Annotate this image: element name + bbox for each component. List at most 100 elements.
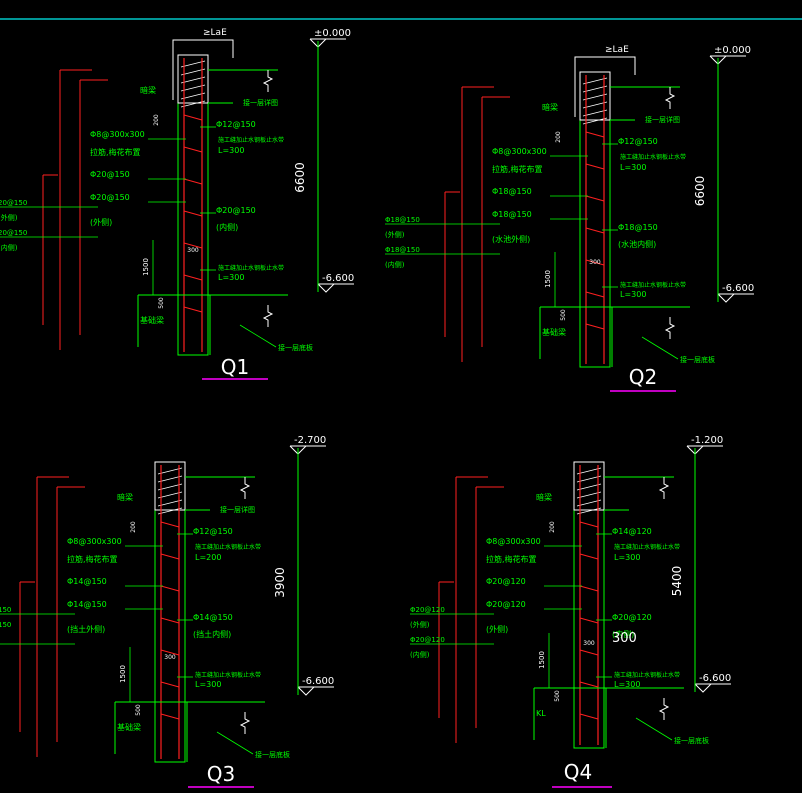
left-rebar-label: Φ8@300x300 [90, 130, 145, 139]
dim-300: 300 [583, 640, 595, 647]
right-rebar-label: 施工缝加止水钢板止水带 [614, 671, 680, 679]
right-rebar-label: 施工缝加止水钢板止水带 [620, 281, 686, 289]
right-rebar-label: L=200 [195, 553, 221, 562]
right-rebar-label: L=300 [218, 146, 244, 155]
edge-rebar-label: (内侧) [410, 650, 430, 659]
top-elevation: -2.700 [294, 435, 326, 446]
right-rebar-label: 施工缝加止水钢板止水带 [195, 671, 261, 679]
left-rebar-label: (外侧) [90, 217, 112, 227]
top-beam-label: 暗梁 [117, 492, 133, 502]
detail-title: Q2 [629, 365, 657, 389]
right-rebar-label: (水池内侧) [618, 239, 656, 249]
edge-rebar-label: (内侧) [385, 260, 405, 269]
right-rebar-label: Φ20@150 [216, 206, 256, 215]
left-rebar-label: Φ14@150 [67, 577, 107, 586]
right-rebar-label: 施工缝加止水钢板止水带 [218, 264, 284, 272]
detail-title: Q4 [564, 760, 592, 784]
bottom-connection-note: 接一层底板 [674, 736, 709, 745]
extra-dimension-label: 300 [612, 631, 637, 646]
dim-200: 200 [153, 114, 160, 126]
bottom-connection-note: 接一层底板 [680, 355, 715, 364]
bottom-connection-note: 接一层底板 [278, 343, 313, 352]
dim-1500: 1500 [119, 665, 127, 683]
top-beam-label: 暗梁 [140, 85, 156, 95]
left-rebar-label: Φ20@150 [90, 170, 130, 179]
right-rebar-label: Φ12@150 [216, 120, 256, 129]
top-beam-label: 暗梁 [536, 492, 552, 502]
right-rebar-label: L=300 [620, 290, 646, 299]
right-rebar-label: 施工缝加止水钢板止水带 [218, 136, 284, 144]
edge-rebar-label: (外侧) [385, 230, 405, 239]
bottom-beam-label: 基础梁 [117, 722, 141, 732]
edge-rebar-label: Φ18@150 [385, 246, 420, 254]
bottom-beam-label: 基础梁 [140, 315, 164, 325]
height-dimension-text: 6600 [693, 176, 707, 207]
left-rebar-label: Φ20@120 [486, 577, 526, 586]
height-dimension-text: 6600 [293, 162, 307, 193]
top-connection-note: 接一层详图 [243, 98, 278, 107]
top-elevation: ±0.000 [314, 28, 351, 39]
dim-500: 500 [158, 297, 165, 309]
right-rebar-label: Φ20@120 [612, 613, 652, 622]
edge-rebar-label: Φ18@150 [385, 216, 420, 224]
detail-title: Q3 [207, 762, 235, 786]
detail-title: Q1 [221, 355, 249, 379]
dim-200: 200 [555, 131, 562, 143]
left-rebar-label: 拉筋,梅花布置 [486, 554, 537, 564]
dim-300: 300 [164, 654, 176, 661]
right-rebar-label: Φ14@120 [612, 527, 652, 536]
top-connection-note: 接一层详图 [645, 115, 680, 124]
height-dimension-text: 5400 [670, 566, 684, 597]
right-rebar-label: 施工缝加止水钢板止水带 [195, 543, 261, 551]
right-rebar-label: 施工缝加止水钢板止水带 [620, 153, 686, 161]
dim-300: 300 [187, 247, 199, 254]
top-elevation: -1.200 [691, 435, 723, 446]
right-rebar-label: (内侧) [216, 222, 238, 232]
left-rebar-label: (挡土外侧) [67, 624, 105, 634]
right-rebar-label: L=300 [218, 273, 244, 282]
right-rebar-label: Φ18@150 [618, 223, 658, 232]
edge-rebar-label: Φ20@120 [410, 606, 445, 614]
dim-200: 200 [549, 521, 556, 533]
left-rebar-label: (水池外侧) [492, 234, 530, 244]
left-rebar-label: Φ8@300x300 [67, 537, 122, 546]
left-rebar-label: Φ8@300x300 [492, 147, 547, 156]
drawing-canvas: ≥LaE ±0.000-6.6006600接一层详图接一层底板暗梁基础梁20030… [0, 0, 802, 793]
bottom-beam-label: KL [536, 709, 546, 718]
edge-rebar-label: (外侧) [0, 213, 18, 222]
right-rebar-label: L=300 [614, 553, 640, 562]
right-rebar-label: 施工缝加止水钢板止水带 [614, 543, 680, 551]
edge-rebar-label: 20@150 [0, 229, 27, 237]
height-dimension-text: 3900 [273, 567, 287, 598]
right-rebar-label: Φ14@150 [193, 613, 233, 622]
bottom-elevation: -6.600 [722, 283, 754, 294]
edge-rebar-label: (内侧) [0, 243, 18, 252]
bottom-connection-note: 接一层底板 [255, 750, 290, 759]
dim-500: 500 [554, 690, 561, 702]
right-rebar-label: L=300 [195, 680, 221, 689]
bottom-elevation: -6.600 [302, 676, 334, 687]
left-rebar-label: Φ20@150 [90, 193, 130, 202]
dim-300: 300 [589, 259, 601, 266]
right-rebar-label: L=300 [614, 680, 640, 689]
dim-200: 200 [130, 521, 137, 533]
left-rebar-label: (外侧) [486, 624, 508, 634]
dim-500: 500 [560, 309, 567, 321]
left-rebar-label: 拉筋,梅花布置 [67, 554, 118, 564]
edge-rebar-label: 150 [0, 621, 11, 629]
top-connection-note: 接一层详图 [220, 505, 255, 514]
right-rebar-label: L=300 [620, 163, 646, 172]
bottom-beam-label: 基础梁 [542, 327, 566, 337]
bottom-elevation: -6.600 [699, 673, 731, 684]
left-rebar-label: 拉筋,梅花布置 [492, 164, 543, 174]
left-rebar-label: Φ20@120 [486, 600, 526, 609]
right-rebar-label: (挡土内侧) [193, 629, 231, 639]
dim-1500: 1500 [142, 258, 150, 276]
bottom-elevation: -6.600 [322, 273, 354, 284]
right-rebar-label: Φ12@150 [193, 527, 233, 536]
right-rebar-label: Φ12@150 [618, 137, 658, 146]
left-rebar-label: Φ18@150 [492, 210, 532, 219]
edge-rebar-label: (外侧) [410, 620, 430, 629]
left-rebar-label: 拉筋,梅花布置 [90, 147, 141, 157]
edge-rebar-label: 150 [0, 606, 11, 614]
